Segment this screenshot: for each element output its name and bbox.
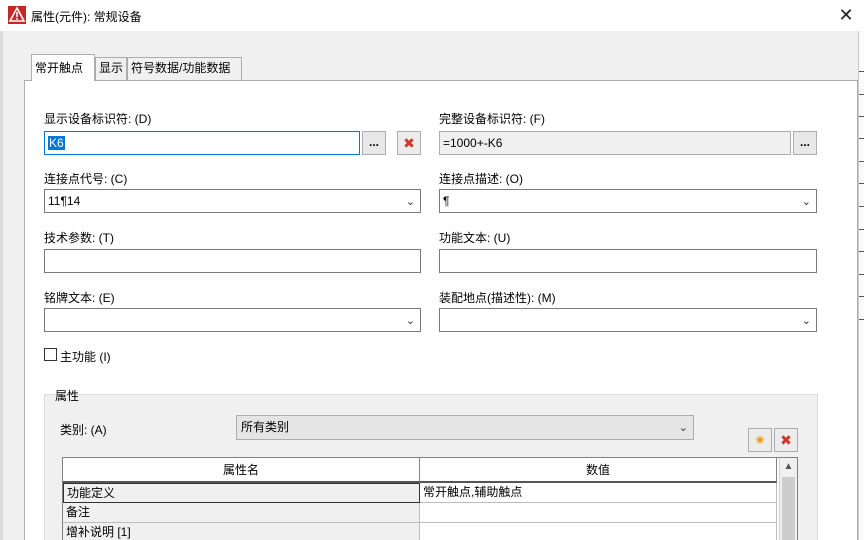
title-bar: 属性(元件): 常规设备 ✕ xyxy=(0,0,864,31)
column-header-name[interactable]: 属性名 xyxy=(63,458,420,483)
close-icon[interactable]: ✕ xyxy=(836,5,856,25)
nameplate-label: 铭牌文本: (E) xyxy=(44,291,115,305)
properties-group-title: 属性 xyxy=(55,389,80,403)
category-value: 所有类别 xyxy=(241,420,290,434)
tab-display[interactable]: 显示 xyxy=(95,57,127,80)
conn-desc-value: ¶ xyxy=(443,194,450,208)
new-star-icon: ✷ xyxy=(754,432,766,448)
tech-param-input[interactable] xyxy=(44,249,421,273)
table-scrollbar[interactable]: ▲ xyxy=(779,458,797,540)
conn-code-value: 11¶14 xyxy=(48,194,81,208)
table-row-value[interactable] xyxy=(420,503,777,523)
main-function-label: 主功能 (I) xyxy=(60,350,111,364)
main-function-checkbox[interactable] xyxy=(44,348,57,361)
full-id-label: 完整设备标识符: (F) xyxy=(439,112,545,126)
conn-code-combo[interactable]: 11¶14 ⌄ xyxy=(44,189,421,213)
conn-code-label: 连接点代号: (C) xyxy=(44,172,128,186)
delete-icon: ✖ xyxy=(403,135,415,151)
chevron-down-icon: ⌄ xyxy=(801,315,811,327)
column-header-value[interactable]: 数值 xyxy=(420,458,777,483)
scroll-up-arrow-icon[interactable]: ▲ xyxy=(780,458,797,475)
table-row-value[interactable] xyxy=(420,523,777,540)
table-row-name[interactable]: 功能定义 xyxy=(63,483,420,503)
conn-desc-label: 连接点描述: (O) xyxy=(439,172,523,186)
display-id-delete-button[interactable]: ✖ xyxy=(397,131,421,155)
conn-desc-combo[interactable]: ¶ ⌄ xyxy=(439,189,817,213)
display-id-input[interactable]: K6 xyxy=(44,131,360,155)
chevron-down-icon: ⌄ xyxy=(405,196,415,208)
delete-icon: ✖ xyxy=(780,432,792,448)
chevron-down-icon: ⌄ xyxy=(405,315,415,327)
tab-symbol-function-data[interactable]: 符号数据/功能数据 xyxy=(127,57,242,80)
new-property-button[interactable]: ✷ xyxy=(748,428,772,452)
left-edge xyxy=(0,31,3,540)
func-text-label: 功能文本: (U) xyxy=(439,231,511,245)
properties-table: 属性名 数值 功能定义 常开触点,辅助触点 备注 增补说明 [1] xyxy=(62,457,798,540)
table-row-name[interactable]: 备注 xyxy=(63,503,420,523)
table-row-name[interactable]: 增补说明 [1] xyxy=(63,523,420,540)
full-id-input[interactable]: =1000+-K6 xyxy=(439,131,791,155)
category-combo[interactable]: 所有类别 ⌄ xyxy=(236,415,694,440)
chevron-down-icon: ⌄ xyxy=(678,422,688,434)
right-edge xyxy=(858,31,864,540)
display-id-label: 显示设备标识符: (D) xyxy=(44,112,152,126)
mount-label: 装配地点(描述性): (M) xyxy=(439,291,556,305)
display-id-value: K6 xyxy=(48,136,65,150)
chevron-down-icon: ⌄ xyxy=(801,196,811,208)
tab-normally-open-contact[interactable]: 常开触点 xyxy=(31,54,95,81)
category-label: 类别: (A) xyxy=(60,423,107,437)
delete-property-button[interactable]: ✖ xyxy=(774,428,798,452)
nameplate-combo[interactable]: ⌄ xyxy=(44,308,421,332)
mount-combo[interactable]: ⌄ xyxy=(439,308,817,332)
scroll-thumb[interactable] xyxy=(782,477,795,540)
full-id-browse-button[interactable]: ... xyxy=(793,131,817,155)
display-id-browse-button[interactable]: ... xyxy=(362,131,386,155)
func-text-input[interactable] xyxy=(439,249,817,273)
window-title: 属性(元件): 常规设备 xyxy=(31,10,142,24)
warning-triangle-icon xyxy=(8,6,26,24)
table-row-value[interactable]: 常开触点,辅助触点 xyxy=(420,483,777,503)
tech-param-label: 技术参数: (T) xyxy=(44,231,114,245)
